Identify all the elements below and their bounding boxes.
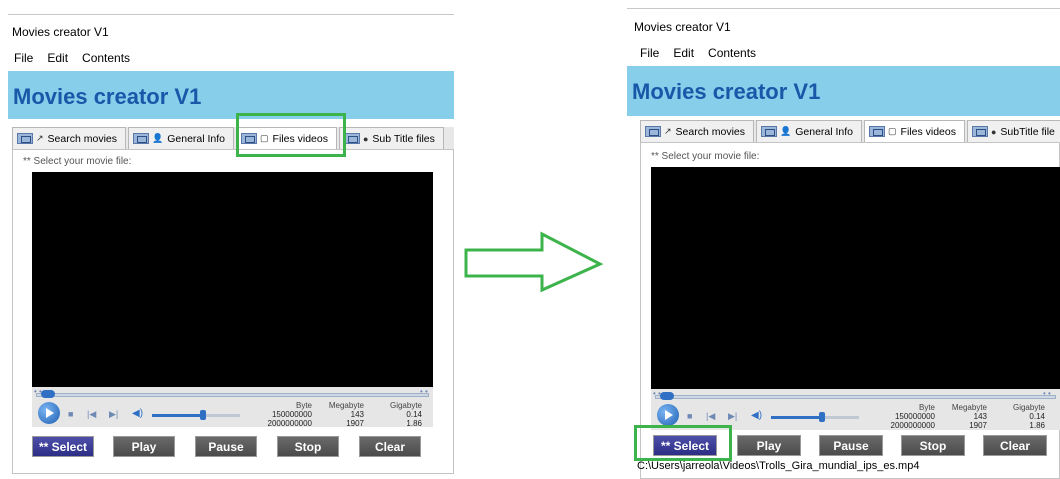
window-title: Movies creator V1 [634,20,731,34]
menu-file[interactable]: File [14,51,33,65]
next-icon[interactable]: ▶| [109,409,118,420]
seek-thumb[interactable] [41,390,55,398]
tab-label: General Info [167,132,226,145]
dot-icon: ● [362,133,369,144]
volume-icon[interactable]: ◀) [751,410,762,421]
tab-label: General Info [795,125,854,138]
size-column-gigabyte: Gigabyte 0.14 1.86 [1012,403,1045,430]
seek-thumb[interactable] [660,392,674,400]
volume-track [821,416,859,419]
window-icon [133,133,149,144]
tab-label: Search movies [675,125,745,138]
menu-contents[interactable]: Contents [708,46,756,60]
selected-file-path: C:\Users\jarreola\Videos\Trolls_Gira_mun… [637,460,920,472]
person-icon: 👤 [780,126,792,136]
select-button[interactable]: ** Select [32,436,94,457]
window-border [8,14,454,15]
tab-subtitle-files[interactable]: ● Sub Title files [338,127,444,149]
tab-search-movies[interactable]: ↗ Search movies [640,120,754,142]
tab-subtitle-files[interactable]: ● SubTitle file [966,120,1060,142]
person-icon: 👤 [152,133,164,143]
pause-button[interactable]: Pause [195,436,257,457]
window-icon [869,126,886,137]
size-column-byte: Byte 150000000 2000000000 [267,401,313,428]
tab-general-info[interactable]: 👤 General Info [756,120,863,142]
volume-thumb[interactable] [819,412,825,422]
tab-bar: ↗ Search movies 👤 General Info ▢ Files v… [640,120,1060,142]
next-icon[interactable]: ▶| [728,411,737,422]
stop-icon[interactable]: ■ [687,411,692,421]
stop-button[interactable]: Stop [901,435,965,456]
play-button[interactable]: Play [113,436,175,457]
window-title: Movies creator V1 [12,25,109,39]
after-window: Movies creator V1 File Edit Contents Mov… [627,8,1060,479]
menu-bar: File Edit Contents [14,51,130,65]
select-button-highlight [634,425,732,461]
tab-label: Search movies [47,132,117,145]
app-header: Movies creator V1 [627,66,1060,116]
tab-label: SubTitle file [1000,125,1055,138]
menu-edit[interactable]: Edit [47,51,68,65]
tab-label: Sub Title files [372,132,435,145]
window-border [627,8,1060,9]
previous-icon[interactable]: |◀ [706,411,715,422]
size-column-gigabyte: Gigabyte 0.14 1.86 [389,401,422,428]
files-videos-tab-highlight [236,113,346,157]
tab-general-info[interactable]: 👤 General Info [128,127,235,149]
stop-button[interactable]: Stop [277,436,339,457]
dot-icon: ● [990,126,997,137]
menu-contents[interactable]: Contents [82,51,130,65]
menu-bar: File Edit Contents [640,46,756,60]
player-controls: • • • • ■ |◀ ▶| ◀) Byte 150000000 200000… [32,387,433,428]
stop-icon[interactable]: ■ [68,409,73,419]
volume-level [152,414,202,417]
film-icon: ▢ [888,126,897,136]
play-icon[interactable] [38,402,60,424]
volume-icon[interactable]: ◀) [132,408,143,419]
window-icon [343,133,360,144]
play-icon[interactable] [657,404,679,426]
window-icon [645,126,661,137]
size-column-megabyte: Megabyte 143 1907 [328,401,364,428]
pointer-icon: ↗ [36,133,44,143]
size-column-megabyte: Megabyte 143 1907 [951,403,987,430]
previous-icon[interactable]: |◀ [87,409,96,420]
app-header-title: Movies creator V1 [632,79,821,104]
seek-bar[interactable] [655,392,1056,400]
pointer-icon: ↗ [664,126,672,136]
tab-label: Files videos [900,125,956,138]
seek-bar[interactable] [36,390,429,398]
before-window: Movies creator V1 File Edit Contents Mov… [8,14,454,479]
clear-button[interactable]: Clear [983,435,1047,456]
select-hint: ** Select your movie file: [651,151,760,162]
tab-search-movies[interactable]: ↗ Search movies [12,127,126,149]
window-icon [17,133,33,144]
size-column-byte: Byte 150000000 2000000000 [890,403,936,430]
app-header-title: Movies creator V1 [13,84,202,109]
volume-track [202,414,240,417]
video-player-screen[interactable] [651,167,1060,389]
volume-level [771,416,821,419]
menu-file[interactable]: File [640,46,659,60]
select-hint: ** Select your movie file: [23,156,132,167]
hollow-right-arrow-icon [464,231,604,293]
menu-edit[interactable]: Edit [673,46,694,60]
video-player-screen[interactable] [32,172,433,387]
app-header: Movies creator V1 [8,71,454,119]
player-controls: • • • • ■ |◀ ▶| ◀) Byte 150000000 200000… [651,389,1060,430]
play-button[interactable]: Play [737,435,801,456]
clear-button[interactable]: Clear [359,436,421,457]
window-icon [761,126,777,137]
volume-thumb[interactable] [200,410,206,420]
pause-button[interactable]: Pause [819,435,883,456]
window-icon [971,126,988,137]
tab-bar: ↗ Search movies 👤 General Info ▢ Files v… [12,127,454,149]
tab-files-videos[interactable]: ▢ Files videos [864,120,965,142]
